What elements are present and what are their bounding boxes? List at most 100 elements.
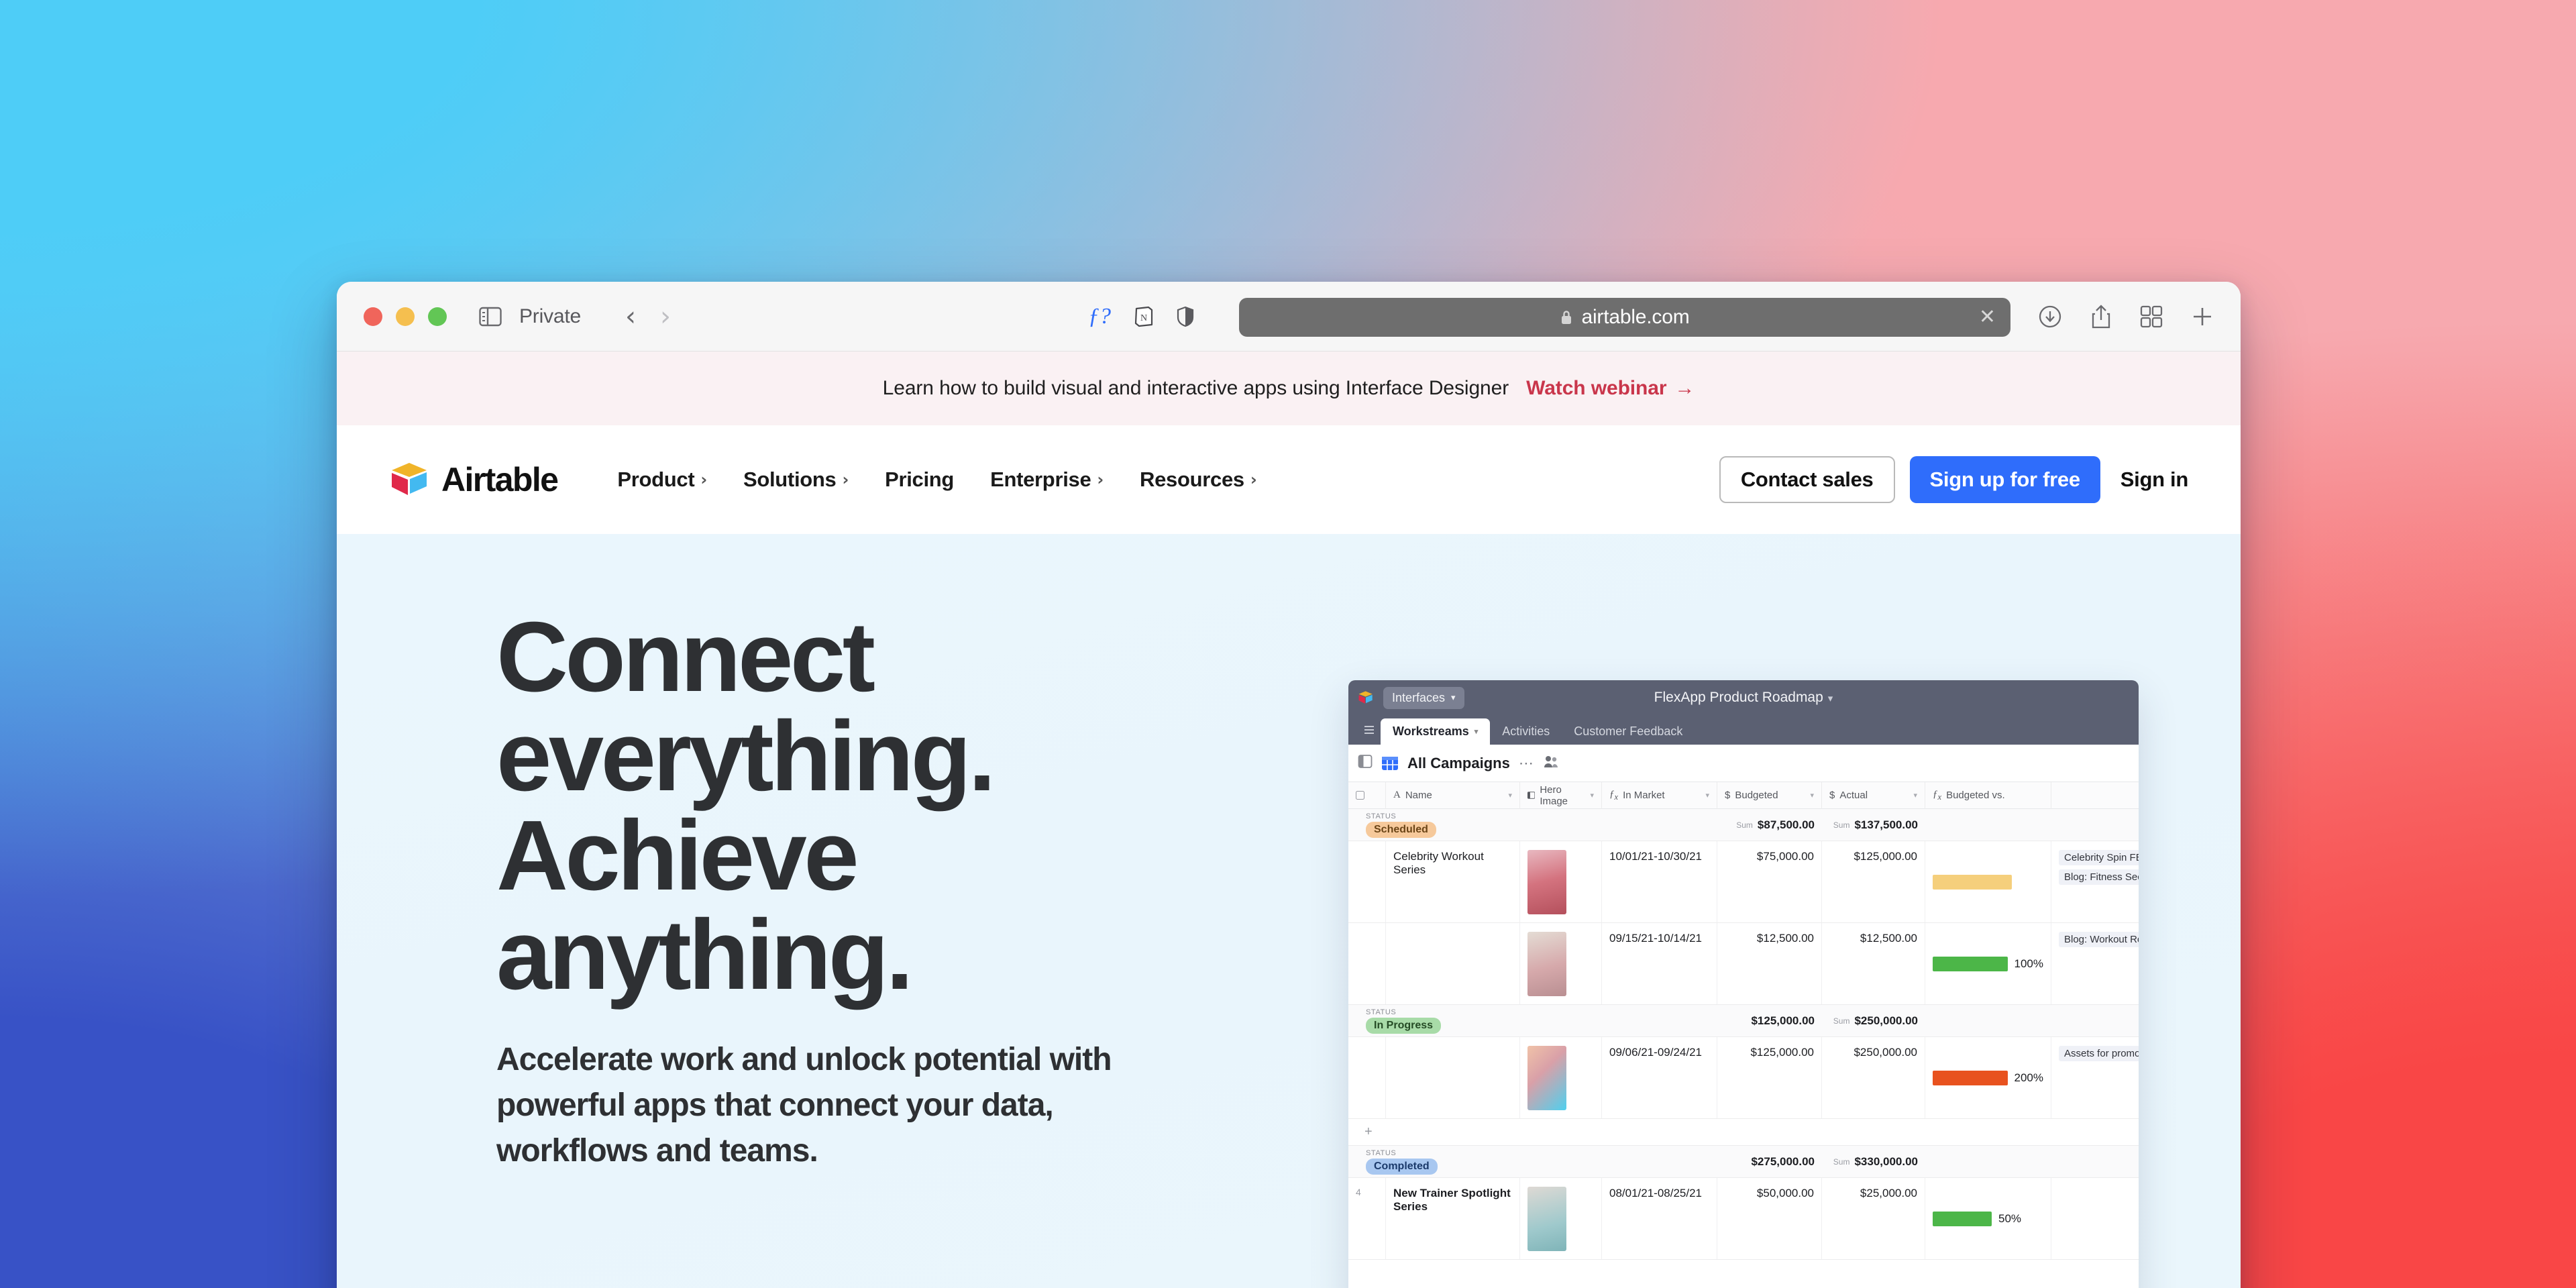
forward-button[interactable]: › [660, 303, 671, 330]
hero-copy: Connect everything. Achieve anything. Ac… [496, 608, 1275, 1174]
nav-item-solutions[interactable]: Solutions › [725, 468, 867, 492]
table-row[interactable]: 09/06/21-09/24/21 $125,000.00 $250,000.0… [1348, 1037, 2139, 1119]
nav-item-label: Product [617, 468, 695, 491]
progress-bar [1933, 956, 2008, 971]
row-budget-bar: 50% [1925, 1178, 2051, 1259]
contact-sales-button[interactable]: Contact sales [1719, 456, 1895, 503]
share-icon[interactable] [2090, 304, 2112, 329]
nav-item-label: Solutions [743, 468, 837, 491]
app-document-title: FlexApp Product Roadmap ▾ [1348, 690, 2139, 706]
tab-label: Activities [1502, 724, 1550, 738]
new-tab-icon[interactable] [2191, 305, 2214, 328]
collapse-sidebar-icon[interactable] [1358, 754, 1373, 772]
group-status-label: STATUS [1366, 1008, 1397, 1016]
menu-icon[interactable] [1358, 715, 1381, 745]
tab-overview-icon[interactable] [2140, 305, 2163, 328]
row-hero-image [1520, 923, 1602, 1004]
link-chip[interactable]: Blog: Workout Routines [2059, 932, 2139, 947]
maximize-window-button[interactable] [428, 307, 447, 326]
add-row-button[interactable]: + [1348, 1119, 2139, 1146]
row-actual: $250,000.00 [1822, 1037, 1925, 1118]
table-row[interactable]: 09/15/21-10/14/21 $12,500.00 $12,500.00 … [1348, 923, 2139, 1005]
link-chip[interactable]: Celebrity Spin FB Ad [2059, 850, 2139, 865]
back-button[interactable]: ‹ [625, 303, 636, 330]
row-in-market: 09/06/21-09/24/21 [1602, 1037, 1717, 1118]
extensions-group: ƒ? N [1088, 304, 1194, 329]
row-hero-image [1520, 1037, 1602, 1118]
browser-titlebar: Private ‹ › ƒ? N airtable.com ✕ [337, 282, 2241, 352]
progress-bar [1933, 874, 2012, 890]
tab-customer-feedback[interactable]: Customer Feedback [1562, 718, 1695, 745]
promo-banner-text: Learn how to build visual and interactiv… [882, 377, 1509, 399]
thumbnail [1527, 932, 1566, 996]
status-badge: In Progress [1366, 1017, 1442, 1034]
formula-extension-icon[interactable]: ƒ? [1088, 304, 1111, 329]
field-header-budgeted-vs[interactable]: ƒx Budgeted vs. [1925, 782, 2051, 809]
minimize-window-button[interactable] [396, 307, 415, 326]
row-budgeted: $12,500.00 [1717, 923, 1822, 1004]
group-sum-actual: $137,500.00 [1854, 818, 1918, 831]
downloads-icon[interactable] [2038, 305, 2062, 329]
row-in-market: 09/15/21-10/14/21 [1602, 923, 1717, 1004]
airtable-logo[interactable]: Airtable [389, 459, 559, 500]
shield-extension-icon[interactable] [1177, 306, 1194, 327]
field-header-hero-image[interactable]: Hero Image ▾ [1520, 782, 1602, 809]
field-header-name[interactable]: A Name ▾ [1386, 782, 1520, 809]
field-header-budgeted[interactable]: $ Budgeted ▾ [1717, 782, 1822, 809]
nav-item-product[interactable]: Product › [599, 468, 725, 492]
group-sum-actual: $250,000.00 [1854, 1014, 1918, 1027]
row-index: 4 [1348, 1178, 1386, 1259]
group-header-row[interactable]: STATUS In Progress $125,000.00 Sum $250,… [1348, 1005, 2139, 1037]
sign-up-button[interactable]: Sign up for free [1909, 456, 2100, 503]
interfaces-dropdown[interactable]: Interfaces ▾ [1383, 686, 1464, 709]
hero-title-line: everything. [496, 701, 996, 812]
currency-icon: $ [1725, 790, 1731, 801]
chevron-down-icon: ▾ [1508, 792, 1512, 800]
table-row[interactable]: Celebrity Workout Series 10/01/21-10/30/… [1348, 841, 2139, 923]
stop-loading-icon[interactable]: ✕ [1979, 307, 1996, 327]
close-window-button[interactable] [364, 307, 382, 326]
row-in-market: 10/01/21-10/30/21 [1602, 841, 1717, 922]
field-header-actual[interactable]: $ Actual ▾ [1822, 782, 1925, 809]
collaborators-icon[interactable] [1544, 755, 1558, 771]
link-chip[interactable]: Assets for promotion [2059, 1046, 2139, 1061]
row-percent: 100% [2014, 957, 2043, 970]
row-name [1386, 1037, 1520, 1118]
watch-webinar-link[interactable]: Watch webinar → [1526, 377, 1695, 400]
view-name: All Campaigns [1407, 754, 1510, 771]
more-options-icon[interactable]: ⋯ [1519, 755, 1535, 772]
table-row[interactable]: 4 New Trainer Spotlight Series 08/01/21-… [1348, 1178, 2139, 1260]
row-actual: $12,500.00 [1822, 923, 1925, 1004]
nav-item-enterprise[interactable]: Enterprise › [972, 468, 1122, 492]
field-header-links[interactable] [2051, 782, 2139, 809]
lock-icon [1562, 311, 1572, 324]
row-hero-image [1520, 841, 1602, 922]
row-budgeted: $50,000.00 [1717, 1178, 1822, 1259]
sum-prefix: Sum [1736, 820, 1753, 830]
tab-activities[interactable]: Activities [1490, 718, 1562, 745]
field-header-in-market[interactable]: ƒx In Market ▾ [1602, 782, 1717, 809]
group-header-row[interactable]: STATUS Completed $275,000.00 Sum $330,00… [1348, 1146, 2139, 1178]
chevron-down-icon: ▾ [1451, 692, 1456, 702]
watch-webinar-label: Watch webinar [1526, 377, 1667, 399]
tab-label: Workstreams [1393, 724, 1469, 738]
row-select-header[interactable] [1348, 782, 1386, 809]
nav-item-resources[interactable]: Resources › [1122, 468, 1275, 492]
thumbnail [1527, 1187, 1566, 1251]
chevron-down-icon: ▾ [1827, 693, 1833, 704]
hero-title-line: Connect [496, 602, 875, 712]
group-sum-budgeted: $87,500.00 [1757, 818, 1815, 831]
address-bar[interactable]: airtable.com ✕ [1239, 298, 2010, 337]
link-chip[interactable]: Blog: Fitness Secrets [2059, 869, 2139, 885]
sign-in-link[interactable]: Sign in [2121, 468, 2189, 492]
tab-workstreams[interactable]: Workstreams ▾ [1381, 718, 1491, 745]
nav-item-pricing[interactable]: Pricing [867, 468, 972, 492]
hero-subtitle: Accelerate work and unlock potential wit… [496, 1042, 1112, 1169]
group-header-row[interactable]: STATUS Scheduled Sum $87,500.00 Sum $137… [1348, 809, 2139, 841]
sidebar-icon[interactable] [479, 307, 502, 327]
row-links [2051, 1178, 2139, 1259]
notion-extension-icon[interactable]: N [1134, 306, 1154, 327]
app-tabbar: Workstreams ▾ Activities Customer Feedba… [1348, 715, 2139, 745]
field-label: Hero Image [1540, 784, 1568, 807]
private-mode-label: Private [519, 305, 581, 327]
